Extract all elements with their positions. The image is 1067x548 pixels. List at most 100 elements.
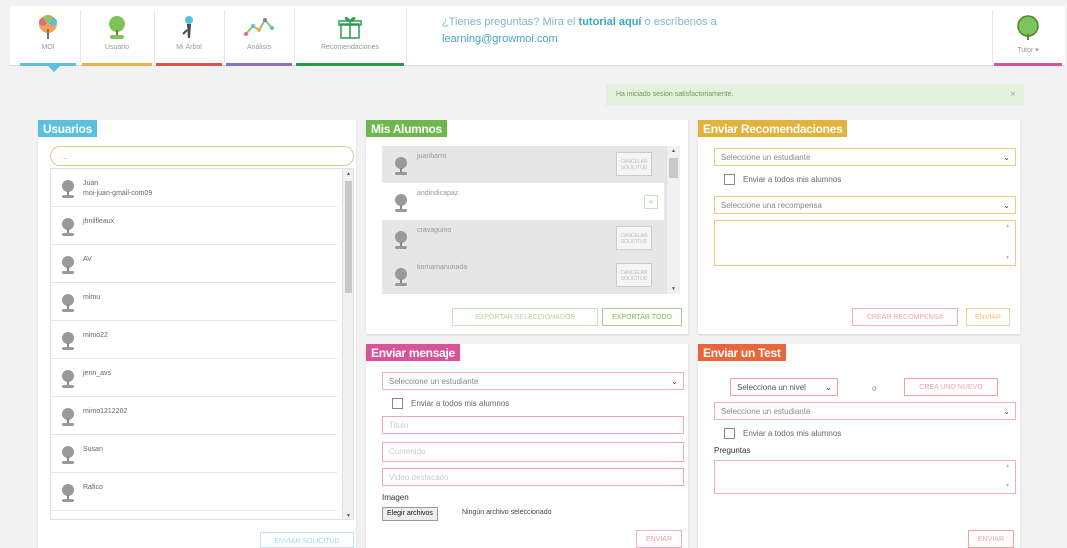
user-list-item[interactable]: Susan — [51, 437, 337, 473]
user-avatar-icon — [62, 180, 74, 198]
tutorial-link[interactable]: tutorial aquí — [579, 16, 642, 28]
user-name: jenn_avs — [83, 369, 111, 379]
reward-select[interactable]: Seleccione una recompensa ⌄ — [714, 196, 1016, 214]
nav-item-tutor[interactable]: Tutor ▾ — [994, 6, 1062, 66]
nav-item-mi-arbol[interactable]: Mi Árbol — [156, 6, 222, 66]
nav-label-usuario: Usuario — [104, 44, 130, 51]
user-list-item[interactable]: Juan moi-juan-gmail-com09 — [51, 171, 337, 207]
user-avatar-icon — [62, 446, 74, 464]
send-message-button[interactable]: ENVIAR — [636, 530, 682, 548]
questions-box[interactable]: ▲ ▼ — [714, 460, 1016, 494]
user-name-text: Susan — [83, 446, 103, 453]
student-list-item[interactable]: juanbarro CANCELAR SOLICITUD — [382, 146, 664, 183]
user-list-item[interactable]: mimo1212202 — [51, 399, 337, 435]
reward-list-box[interactable]: ▲ ▼ — [714, 220, 1016, 266]
user-name: AV — [83, 255, 92, 265]
user-avatar-icon — [109, 16, 125, 39]
user-name-text: mimo22 — [83, 332, 108, 339]
avatar — [59, 369, 77, 392]
file-status-text: Ningún archivo seleccionado — [462, 509, 552, 516]
user-name: Juan moi-juan-gmail-com09 — [83, 179, 152, 199]
enviar-mensaje-title: Enviar mensaje — [366, 344, 460, 361]
avatar — [59, 293, 77, 316]
user-avatar-icon — [395, 268, 407, 286]
choose-files-button[interactable]: Elegir archivos — [382, 507, 438, 521]
checkbox-box[interactable] — [392, 398, 403, 409]
scroll-down-icon[interactable]: ▼ — [1005, 483, 1010, 489]
user-list-item[interactable]: Rafico — [51, 475, 337, 511]
select-value: Seleccione una recompensa — [721, 201, 822, 210]
create-new-test-button[interactable]: CREA UNO NUEVO — [904, 378, 998, 396]
message-content-input[interactable]: Contenido — [382, 442, 684, 462]
user-list-item[interactable]: mimo22 — [51, 323, 337, 359]
nav-label-tutor: Tutor ▾ — [1017, 47, 1039, 54]
nav-underline-usuario — [82, 63, 152, 66]
scrollbar-thumb[interactable] — [669, 158, 678, 178]
user-list-item[interactable]: mimu — [51, 285, 337, 321]
user-name-text: jenn_avs — [83, 370, 112, 377]
message-title-input[interactable]: Titulo — [382, 416, 684, 434]
all-students-checkbox[interactable]: Enviar a todos mis alumnos — [392, 398, 509, 409]
message-student-select[interactable]: Seleccione un estudiante ⌄ — [382, 372, 684, 390]
checkbox-box[interactable] — [724, 428, 735, 439]
export-selected-button[interactable]: EXPORTAR SELECCIONADOS — [452, 308, 598, 326]
cancel-request-button[interactable]: CANCELAR SOLICITUD — [616, 152, 652, 176]
add-student-button[interactable]: + — [644, 195, 658, 209]
close-icon[interactable]: × — [1010, 89, 1016, 100]
all-students-checkbox[interactable]: Enviar a todos mis alumnos — [724, 428, 841, 439]
checkbox-box[interactable] — [724, 174, 735, 185]
nav-item-analisis[interactable]: Análisis — [226, 6, 292, 66]
nav-item-moi[interactable]: MOI — [20, 6, 76, 66]
scroll-down-icon[interactable]: ▼ — [1005, 255, 1010, 261]
student-list-item[interactable]: tiomamanunada CANCELAR SOLICITUD — [382, 257, 664, 294]
user-search-input[interactable]: ... — [50, 146, 354, 166]
avatar — [392, 156, 410, 179]
user-list-item[interactable]: jenn_avs — [51, 361, 337, 397]
nav-item-usuario[interactable]: Usuario — [82, 6, 152, 66]
cancel-request-button[interactable]: CANCELAR SOLICITUD — [616, 226, 652, 250]
scroll-up-icon[interactable]: ▲ — [667, 148, 680, 154]
level-select[interactable]: Selecciona un nivel ⌄ — [730, 378, 838, 396]
nav-label-mi-arbol: Mi Árbol — [176, 44, 202, 51]
student-list: juanbarro CANCELAR SOLICITUD andindicapaz +… — [382, 146, 680, 294]
send-recommendation-button[interactable]: ENVIAR — [966, 308, 1010, 326]
user-list-item[interactable]: AV — [51, 247, 337, 283]
user-avatar-icon — [395, 231, 407, 249]
scroll-down-icon[interactable]: ▼ — [343, 513, 353, 519]
create-reward-button[interactable]: CREAR RECOMPENSA — [852, 308, 958, 326]
cancel-request-button[interactable]: CANCELAR SOLICITUD — [616, 263, 652, 287]
user-list-scrollbar[interactable]: ▲ ▼ — [342, 169, 353, 519]
support-email-link[interactable]: learning@growmoi.com — [442, 31, 717, 48]
avatar — [59, 445, 77, 468]
user-avatar-icon — [62, 408, 74, 426]
student-list-item[interactable]: andindicapaz + — [382, 183, 664, 220]
scroll-up-icon[interactable]: ▲ — [1005, 223, 1010, 229]
scroll-down-icon[interactable]: ▼ — [667, 286, 680, 292]
nav-label-moi: MOI — [41, 44, 55, 51]
scroll-up-icon[interactable]: ▲ — [1005, 463, 1010, 469]
scroll-up-icon[interactable]: ▲ — [343, 171, 353, 177]
checkbox-label: Enviar a todos mis alumnos — [411, 399, 510, 408]
student-name: andindicapaz — [417, 190, 459, 197]
user-list-item[interactable]: jhnilfleaux — [51, 209, 337, 245]
enviar-test-panel: Enviar un Test Selecciona un nivel ⌄ o CR… — [698, 344, 1020, 548]
send-test-button[interactable]: ENVIAR — [968, 530, 1014, 548]
all-students-checkbox[interactable]: Enviar a todos mis alumnos — [724, 174, 841, 185]
scrollbar-thumb[interactable] — [345, 181, 352, 293]
user-name-text: AV — [83, 256, 92, 263]
user-name: mimu — [83, 293, 100, 303]
student-name: juanbarro — [417, 153, 447, 160]
test-student-select[interactable]: Seleccione un estudiante ⌄ — [714, 402, 1016, 420]
featured-video-input[interactable]: Video destacado — [382, 468, 684, 486]
student-list-scrollbar[interactable]: ▲ ▼ — [666, 146, 680, 294]
export-all-button[interactable]: EXPORTAR TODO — [602, 308, 682, 326]
help-message-suffix: o escríbenos a — [641, 16, 717, 28]
send-request-button[interactable]: ENVIAR SOLICITUD — [260, 532, 354, 548]
nav-underline-mi-arbol — [156, 63, 222, 66]
nav-item-recomendaciones[interactable]: Recomendaciones — [296, 6, 404, 66]
user-avatar-icon — [62, 256, 74, 274]
recommendation-student-select[interactable]: Seleccione un estudiante ⌄ — [714, 148, 1016, 166]
chevron-down-icon: ⌄ — [1003, 407, 1010, 416]
student-list-item[interactable]: cravaguino CANCELAR SOLICITUD — [382, 220, 664, 257]
nav-underline-analisis — [226, 63, 292, 66]
